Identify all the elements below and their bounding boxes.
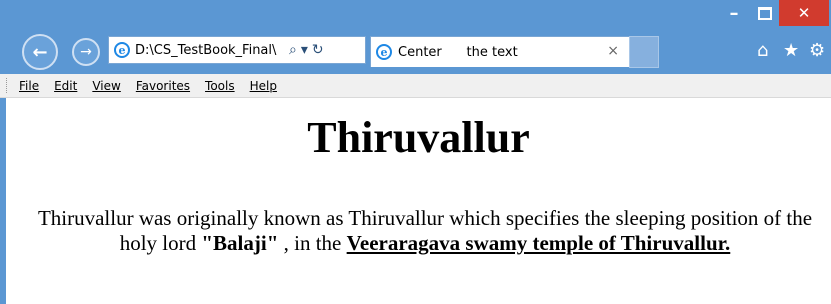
favorites-star-icon[interactable]: ★ bbox=[783, 40, 799, 61]
home-icon[interactable]: ⌂ bbox=[757, 40, 768, 61]
para-text-2: , in the bbox=[278, 231, 347, 255]
menu-file[interactable]: File bbox=[19, 79, 39, 93]
forward-arrow-icon: → bbox=[80, 44, 92, 60]
navigation-bar: ← → e D:\CS_TestBook_Final\ ⌕ ▾ ↻ e Cent… bbox=[0, 26, 831, 74]
ie-page-icon: e bbox=[114, 42, 130, 58]
new-tab-button[interactable] bbox=[629, 36, 659, 68]
menu-help[interactable]: Help bbox=[250, 79, 277, 93]
back-arrow-icon: ← bbox=[32, 41, 48, 63]
menu-edit[interactable]: Edit bbox=[54, 79, 77, 93]
temple-text: Veeraragava swamy temple of Thiruvallur. bbox=[346, 231, 731, 255]
menu-view[interactable]: View bbox=[92, 79, 120, 93]
back-button[interactable]: ← bbox=[22, 34, 58, 70]
settings-gear-icon[interactable]: ⚙ bbox=[809, 40, 825, 61]
dropdown-icon[interactable]: ▾ bbox=[301, 42, 308, 58]
page-paragraph: Thiruvallur was originally known as Thir… bbox=[30, 206, 820, 256]
address-text[interactable]: D:\CS_TestBook_Final\ bbox=[135, 43, 285, 58]
menu-grip bbox=[6, 78, 9, 93]
tab-close-icon[interactable]: × bbox=[607, 43, 619, 59]
page-viewport: Thiruvallur Thiruvallur was originally k… bbox=[6, 98, 831, 304]
menu-tools[interactable]: Tools bbox=[205, 79, 235, 93]
tab-title: Center the text bbox=[398, 44, 518, 60]
browser-tab[interactable]: e Center the text × bbox=[370, 36, 630, 67]
forward-button[interactable]: → bbox=[72, 38, 100, 66]
minimize-icon: – bbox=[729, 2, 739, 24]
para-bold-balaji: "Balaji" bbox=[201, 231, 279, 255]
page-heading: Thiruvallur bbox=[307, 113, 530, 162]
menu-favorites[interactable]: Favorites bbox=[136, 79, 190, 93]
minimize-button[interactable]: – bbox=[716, 0, 752, 26]
close-icon: ✕ bbox=[797, 4, 811, 22]
close-window-button[interactable]: ✕ bbox=[779, 0, 829, 26]
address-bar[interactable]: e D:\CS_TestBook_Final\ ⌕ ▾ ↻ bbox=[108, 36, 366, 64]
refresh-icon[interactable]: ↻ bbox=[312, 42, 324, 58]
maximize-button[interactable] bbox=[752, 0, 778, 26]
search-icon[interactable]: ⌕ bbox=[289, 42, 297, 58]
ie-tab-icon: e bbox=[376, 44, 392, 60]
maximize-icon bbox=[758, 6, 772, 20]
menu-bar: File Edit View Favorites Tools Help bbox=[0, 74, 831, 98]
